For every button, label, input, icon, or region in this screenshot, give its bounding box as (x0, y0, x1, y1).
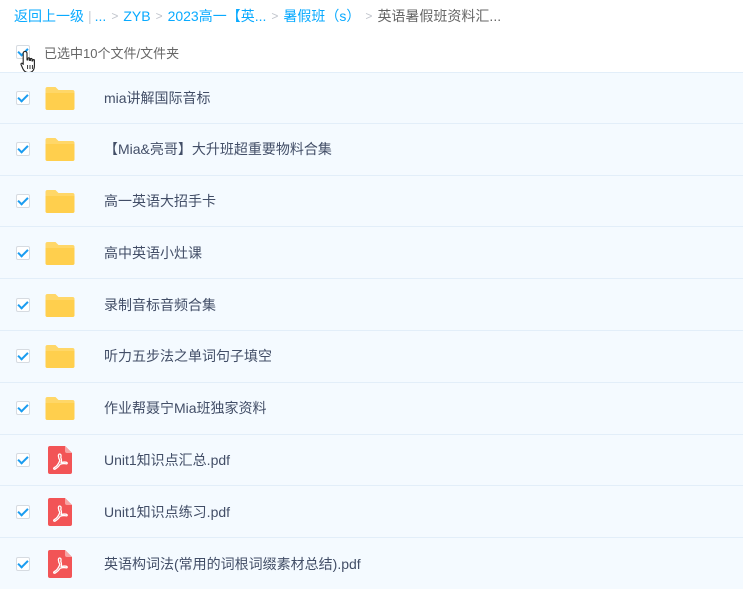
file-name[interactable]: 【Mia&亮哥】大升班超重要物料合集 (104, 139, 332, 159)
folder-icon (44, 290, 76, 320)
file-name[interactable]: 英语构词法(常用的词根词缀素材总结).pdf (104, 554, 361, 574)
file-row[interactable]: 【Mia&亮哥】大升班超重要物料合集 (0, 123, 743, 176)
breadcrumb-current: 英语暑假班资料汇... (377, 8, 502, 24)
folder-icon (44, 393, 76, 423)
selection-count: 已选中10个文件/文件夹 (44, 45, 180, 61)
breadcrumb-ellipsis[interactable]: ... (95, 8, 107, 24)
breadcrumb-separator: > (271, 9, 279, 23)
file-checkbox[interactable] (16, 245, 30, 260)
file-checkbox[interactable] (16, 452, 30, 467)
file-checkbox[interactable] (16, 556, 30, 571)
selection-bar: 已选中10个文件/文件夹 (0, 32, 743, 72)
file-checkbox[interactable] (16, 349, 30, 364)
folder-icon (44, 134, 76, 164)
file-checkbox[interactable] (16, 504, 30, 519)
file-row[interactable]: 作业帮聂宁Mia班独家资料 (0, 382, 743, 435)
breadcrumb-item-course[interactable]: 2023高一【英... (168, 6, 267, 26)
folder-icon (44, 238, 76, 268)
file-checkbox[interactable] (16, 401, 30, 416)
file-name[interactable]: Unit1知识点汇总.pdf (104, 450, 230, 470)
file-row[interactable]: 听力五步法之单词句子填空 (0, 330, 743, 383)
file-row[interactable]: mia讲解国际音标 (0, 72, 743, 124)
breadcrumb-separator: > (365, 9, 373, 23)
pdf-file-icon (44, 549, 76, 579)
breadcrumb-item-summer[interactable]: 暑假班（s） (283, 6, 360, 26)
back-link[interactable]: 返回上一级 (14, 6, 84, 26)
folder-icon (44, 341, 76, 371)
breadcrumb-item-zyb[interactable]: ZYB (123, 8, 150, 24)
file-list: mia讲解国际音标【Mia&亮哥】大升班超重要物料合集 高一英语大招手卡 高中英语小… (0, 72, 743, 589)
file-name[interactable]: Unit1知识点练习.pdf (104, 502, 230, 522)
pdf-file-icon (44, 445, 76, 475)
breadcrumb-separator: > (111, 9, 119, 23)
file-name[interactable]: 录制音标音频合集 (104, 295, 216, 315)
file-row[interactable]: Unit1知识点汇总.pdf (0, 434, 743, 487)
file-row[interactable]: 高一英语大招手卡 (0, 175, 743, 228)
folder-icon (44, 83, 76, 113)
breadcrumb-separator: > (155, 9, 163, 23)
file-checkbox[interactable] (16, 193, 30, 208)
file-name[interactable]: mia讲解国际音标 (104, 88, 211, 108)
hand-cursor-icon (20, 50, 35, 74)
file-row[interactable]: 录制音标音频合集 (0, 279, 743, 331)
breadcrumb: 返回上一级 | ... > ZYB > 2023高一【英... > 暑假班（s）… (0, 0, 743, 32)
file-row[interactable]: 高中英语小灶课 (0, 227, 743, 280)
file-checkbox[interactable] (16, 142, 30, 157)
file-name[interactable]: 听力五步法之单词句子填空 (104, 346, 272, 366)
pdf-file-icon (44, 497, 76, 527)
file-row[interactable]: 英语构词法(常用的词根词缀素材总结).pdf (0, 538, 743, 589)
folder-icon (44, 186, 76, 216)
breadcrumb-divider: | (88, 8, 92, 24)
file-checkbox[interactable] (16, 90, 30, 105)
file-name[interactable]: 作业帮聂宁Mia班独家资料 (104, 398, 267, 418)
file-checkbox[interactable] (16, 297, 30, 312)
file-row[interactable]: Unit1知识点练习.pdf (0, 486, 743, 539)
file-name[interactable]: 高中英语小灶课 (104, 243, 202, 263)
file-name[interactable]: 高一英语大招手卡 (104, 191, 216, 211)
